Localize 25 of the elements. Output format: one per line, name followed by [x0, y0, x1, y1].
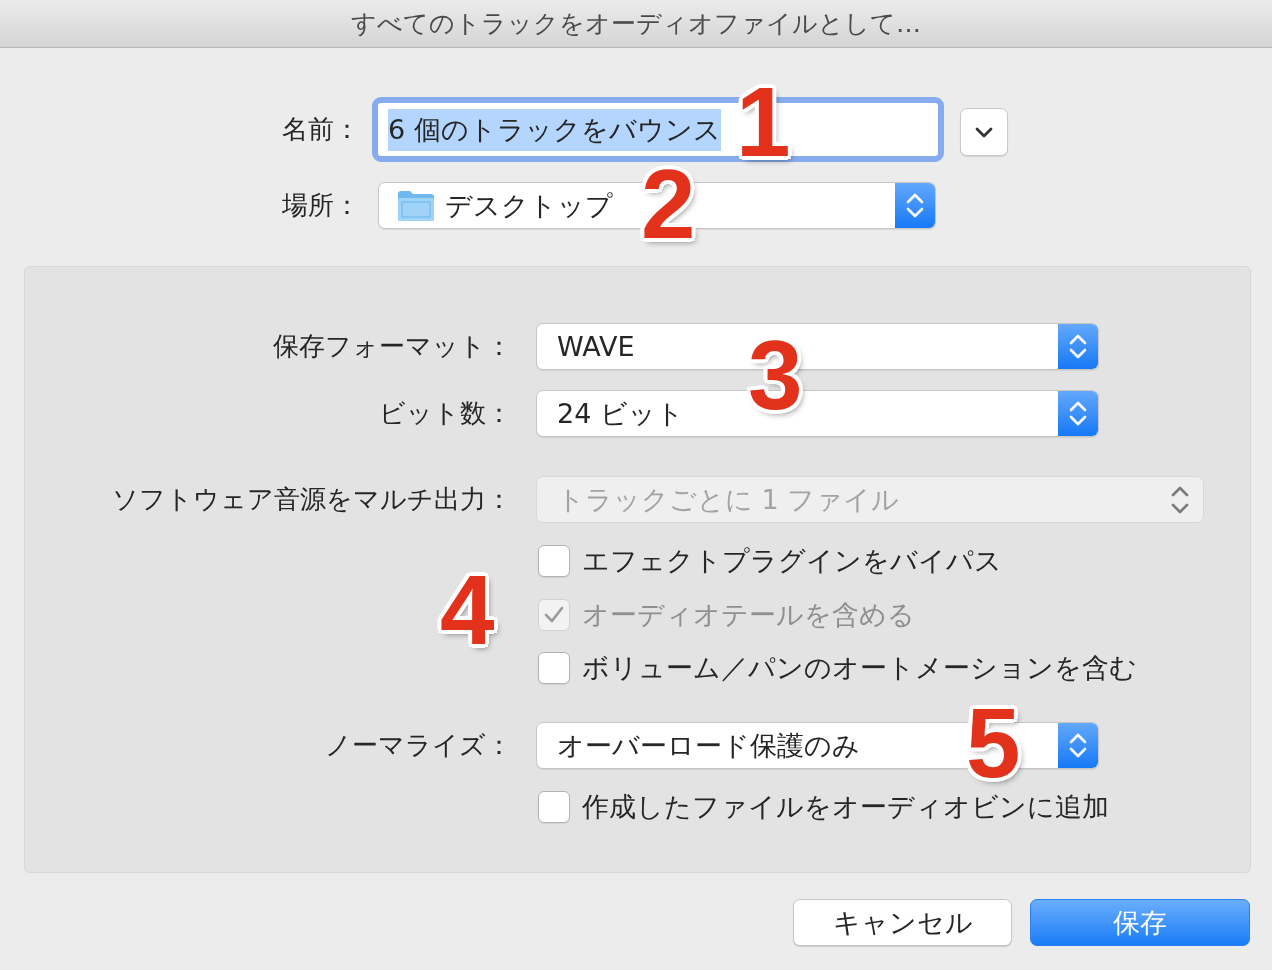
folder-icon [397, 189, 435, 222]
checkbox-label: オーディオテールを含める [582, 598, 915, 632]
checkbox-label: ボリューム／パンのオートメーションを含む [582, 651, 1137, 685]
checkbox[interactable] [538, 545, 570, 577]
field-label: 場所： [282, 189, 360, 222]
field-label: ビット数： [379, 397, 512, 430]
callout-number: 4 [440, 574, 495, 648]
stepper-arrows-icon [1058, 324, 1098, 369]
dropdown-button[interactable] [960, 108, 1008, 156]
cancel-button[interactable]: キャンセル [793, 899, 1012, 946]
checkbox-label: 作成したファイルをオーディオビンに追加 [582, 790, 1109, 824]
stepper-arrows-icon [1171, 484, 1189, 515]
checkbox[interactable] [538, 652, 570, 684]
window-title: すべてのトラックをオーディオファイルとして… [351, 8, 921, 40]
checkmark-icon [544, 606, 564, 624]
field-label: 名前： [282, 113, 360, 146]
checkbox[interactable] [538, 791, 570, 823]
stepper-arrows-icon [895, 183, 935, 228]
field-label: 保存フォーマット： [273, 330, 512, 363]
chevron-down-icon [975, 126, 993, 138]
checkbox-label: エフェクトプラグインをバイパス [582, 544, 1002, 578]
field-label: ソフトウェア音源をマルチ出力： [112, 483, 512, 516]
field-label: ノーマライズ： [325, 729, 512, 762]
stepper-arrows-icon [1058, 391, 1098, 436]
stepper-arrows-icon [1058, 723, 1098, 768]
